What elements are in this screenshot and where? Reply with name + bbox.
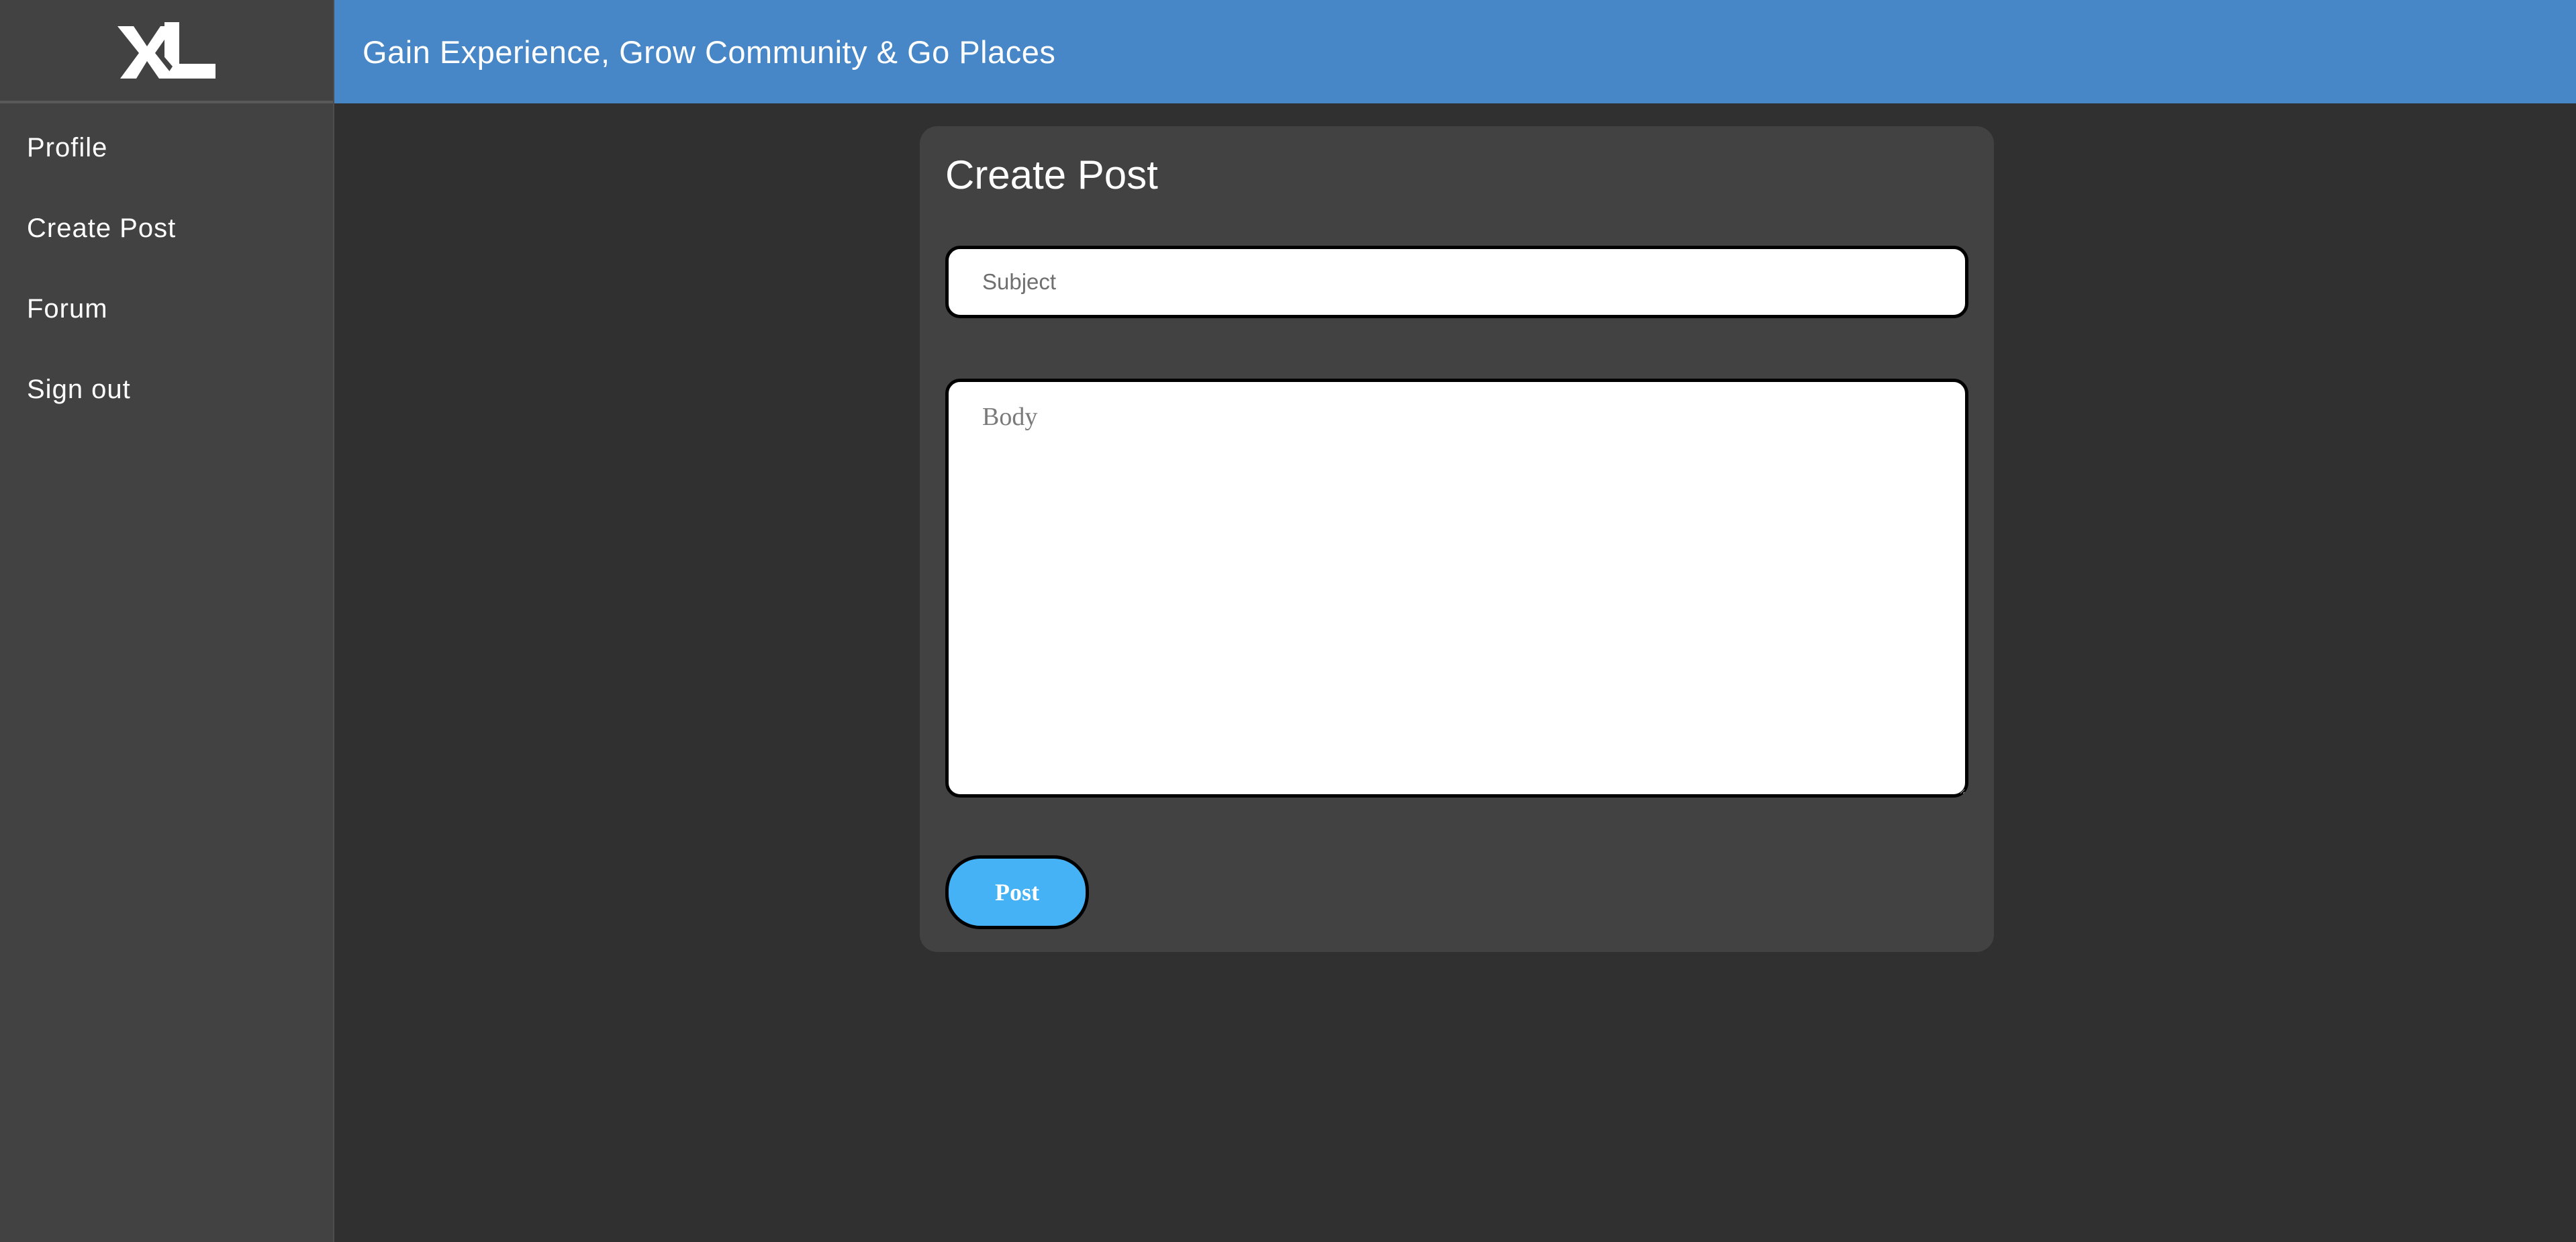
body-textarea[interactable]: [945, 379, 1968, 798]
post-button[interactable]: Post: [945, 855, 1089, 929]
xl-logo-icon: [117, 22, 216, 79]
create-post-card: Create Post Post: [920, 126, 1994, 952]
top-header: Gain Experience, Grow Community & Go Pla…: [334, 0, 2576, 103]
app-root: Profile Create Post Forum Sign out Gain …: [0, 0, 2576, 1242]
sidebar-item-create-post[interactable]: Create Post: [0, 188, 333, 269]
header-title: Gain Experience, Grow Community & Go Pla…: [363, 34, 1056, 70]
sidebar-item-forum[interactable]: Forum: [0, 269, 333, 349]
sidebar: Profile Create Post Forum Sign out: [0, 0, 334, 1242]
sidebar-nav: Profile Create Post Forum Sign out: [0, 107, 333, 430]
subject-input[interactable]: [945, 246, 1968, 318]
sidebar-item-profile[interactable]: Profile: [0, 107, 333, 188]
page-title: Create Post: [945, 152, 1158, 197]
sidebar-item-sign-out[interactable]: Sign out: [0, 349, 333, 430]
logo-container: [0, 0, 333, 103]
